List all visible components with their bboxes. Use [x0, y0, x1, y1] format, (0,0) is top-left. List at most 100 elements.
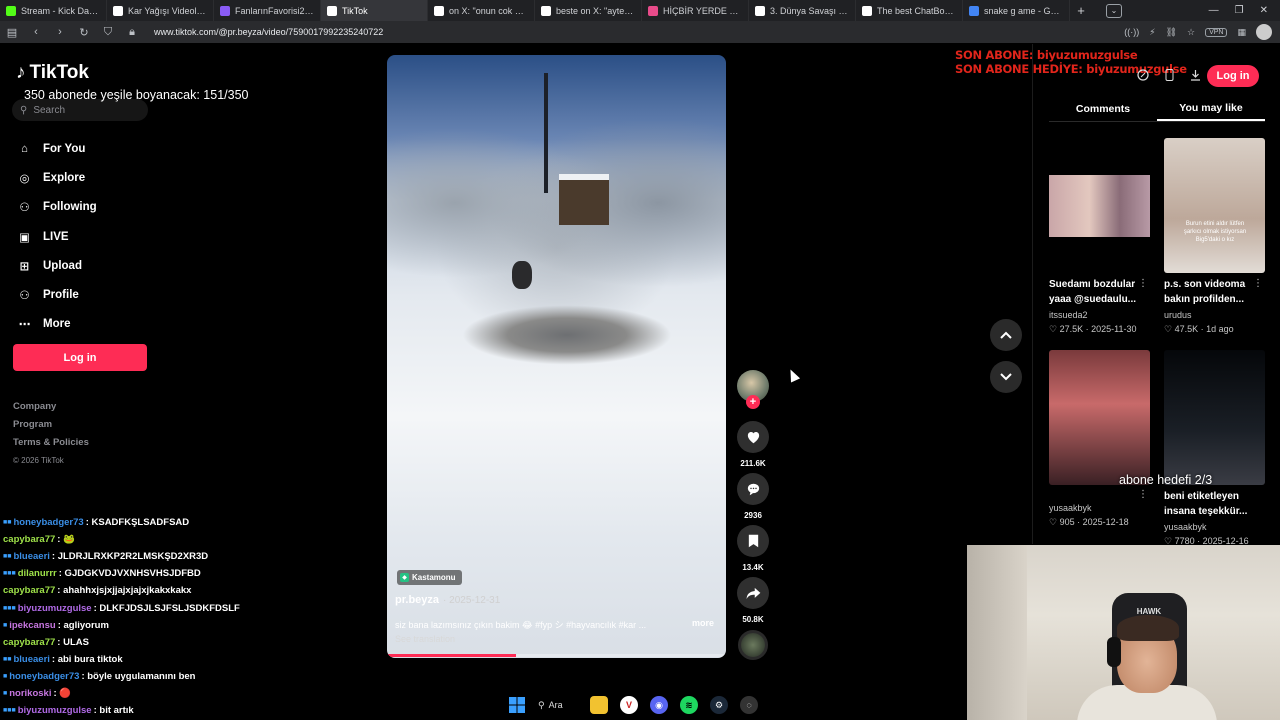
- close-icon[interactable]: ✕: [1260, 5, 1268, 16]
- windows-start-icon[interactable]: [508, 696, 526, 714]
- footer-link-company[interactable]: Company: [13, 398, 89, 416]
- browser-tab[interactable]: TikTok: [321, 0, 428, 21]
- restore-icon[interactable]: ❐: [1235, 5, 1244, 16]
- back-icon[interactable]: ‹: [24, 26, 48, 38]
- tab-search-icon[interactable]: ⌄: [1106, 3, 1122, 18]
- tab-you-may-like[interactable]: You may like: [1157, 96, 1265, 121]
- chat-username[interactable]: capybara77: [3, 637, 55, 648]
- like-action[interactable]: 211.6K: [736, 421, 770, 468]
- sidebar-item-more[interactable]: ⋯ More: [16, 310, 166, 339]
- share-icon[interactable]: [737, 577, 769, 609]
- chat-username[interactable]: ipekcansu: [9, 620, 55, 631]
- new-tab-button[interactable]: +: [1070, 3, 1092, 18]
- video-author-name[interactable]: pr.beyza: [395, 594, 439, 606]
- sidebar-item-upload[interactable]: ⊞ Upload: [16, 251, 166, 280]
- cast-icon[interactable]: ((·)): [1124, 27, 1139, 37]
- link-icon[interactable]: ⛓: [1166, 27, 1177, 38]
- coins-icon[interactable]: [1136, 68, 1150, 82]
- download-icon[interactable]: [1188, 68, 1202, 82]
- sidebar-item-for-you[interactable]: ⌂ For You: [16, 134, 166, 163]
- video-progress-bar[interactable]: [387, 654, 726, 657]
- video-author[interactable]: pr.beyza · 2025-12-31: [395, 594, 500, 606]
- comment-icon[interactable]: [737, 473, 769, 505]
- header-login-button[interactable]: Log in: [1207, 65, 1259, 87]
- browser-tab[interactable]: HİÇBİR YERDE DUYMAD: [642, 0, 749, 21]
- card-menu-icon[interactable]: ⋮: [1138, 489, 1148, 500]
- see-translation-link[interactable]: See translation: [395, 634, 455, 644]
- browser-tab[interactable]: beste on X: "ayten alpm: [535, 0, 642, 21]
- chat-username[interactable]: norikoski: [9, 688, 51, 699]
- browser-tab[interactable]: Stream - Kick Dashboard: [0, 0, 107, 21]
- card-username[interactable]: yusaakbyk: [1049, 503, 1150, 513]
- recommendation-card[interactable]: Burun etini aldır lütfen şarkıcı olmak i…: [1164, 138, 1265, 335]
- translate-icon[interactable]: ⚡: [1149, 27, 1155, 38]
- sidebar-login-button[interactable]: Log in: [13, 344, 147, 371]
- sidebar-toggle-icon[interactable]: ▤: [0, 26, 24, 39]
- card-menu-icon[interactable]: ⋮: [1253, 278, 1263, 289]
- shield-icon[interactable]: ⛉: [96, 26, 120, 39]
- minimize-icon[interactable]: —: [1209, 5, 1219, 16]
- browser-tab[interactable]: on X: "onun cok mana: [428, 0, 535, 21]
- chat-username[interactable]: honeybadger73: [13, 517, 83, 528]
- browser-tab[interactable]: FanlarınFavorisi2025: [214, 0, 321, 21]
- forward-icon[interactable]: ›: [48, 26, 72, 38]
- browser-profile-avatar[interactable]: [1256, 24, 1272, 40]
- recommendation-card[interactable]: beni etiketleyen insana teşekkür... yusa…: [1164, 350, 1265, 547]
- card-username[interactable]: yusaakbyk: [1164, 522, 1265, 532]
- follow-button[interactable]: +: [746, 395, 760, 409]
- tab-comments[interactable]: Comments: [1049, 96, 1157, 121]
- chat-username[interactable]: blueaeri: [13, 551, 49, 562]
- browser-tab[interactable]: snake g ame - Google'd: [963, 0, 1070, 21]
- save-action[interactable]: 13.4K: [736, 525, 770, 572]
- browser-tab[interactable]: Kar Yağışı Videoları ile E: [107, 0, 214, 21]
- card-thumbnail[interactable]: [1049, 138, 1150, 273]
- card-thumbnail[interactable]: [1164, 350, 1265, 485]
- card-thumbnail[interactable]: [1049, 350, 1150, 485]
- card-username[interactable]: urudus: [1164, 310, 1265, 320]
- recommendation-card[interactable]: ⋮ Suedamı bozdular yaaa @suedaulu... its…: [1049, 138, 1150, 335]
- chat-username[interactable]: biyuzumuzgulse: [18, 603, 92, 614]
- sidebar-item-explore[interactable]: ◎ Explore: [16, 163, 166, 192]
- chat-username[interactable]: capybara77: [3, 585, 55, 596]
- footer-link-program[interactable]: Program: [13, 416, 89, 434]
- reload-icon[interactable]: ↻: [72, 26, 96, 39]
- chat-username[interactable]: honeybadger73: [9, 671, 79, 682]
- device-icon[interactable]: [1162, 68, 1176, 82]
- extensions-icon[interactable]: ▦: [1237, 27, 1246, 38]
- bookmark-icon[interactable]: [737, 525, 769, 557]
- caption-more-button[interactable]: more: [692, 618, 714, 628]
- app-icon[interactable]: ◌: [740, 696, 758, 714]
- steam-icon[interactable]: ⚙: [710, 696, 728, 714]
- footer-link-terms[interactable]: Terms & Policies: [13, 434, 89, 452]
- card-username[interactable]: itssueda2: [1049, 310, 1150, 320]
- browser-tab[interactable]: The best ChatBot and W: [856, 0, 963, 21]
- vpn-button[interactable]: VPN: [1205, 27, 1228, 37]
- next-video-button[interactable]: [990, 361, 1022, 393]
- card-menu-icon[interactable]: ⋮: [1138, 278, 1148, 289]
- vivaldi-browser-icon[interactable]: V: [620, 696, 638, 714]
- sidebar-item-profile[interactable]: ⚇ Profile: [16, 280, 166, 309]
- heart-icon[interactable]: [737, 421, 769, 453]
- spotify-icon[interactable]: ≋: [680, 696, 698, 714]
- music-disc[interactable]: [738, 630, 768, 660]
- chat-username[interactable]: blueaeri: [13, 654, 49, 665]
- card-thumbnail[interactable]: Burun etini aldır lütfen şarkıcı olmak i…: [1164, 138, 1265, 273]
- sidebar-item-live[interactable]: ▣ LIVE: [16, 222, 166, 251]
- discord-icon[interactable]: ◉: [650, 696, 668, 714]
- sidebar-item-following[interactable]: ⚇ Following: [16, 193, 166, 222]
- bookmark-icon[interactable]: ☆: [1187, 27, 1195, 38]
- location-chip[interactable]: ◆ Kastamonu: [397, 570, 462, 585]
- video-player[interactable]: ◆ Kastamonu pr.beyza · 2025-12-31 siz ban…: [387, 55, 726, 658]
- comment-action[interactable]: 2936: [736, 473, 770, 520]
- lock-icon[interactable]: 🔒︎: [120, 26, 144, 39]
- recommendation-card[interactable]: ⋮ yusaakbyk ♡ 905 · 2025-12-18: [1049, 350, 1150, 528]
- share-action[interactable]: 50.8K: [736, 577, 770, 624]
- chat-username[interactable]: capybara77: [3, 534, 55, 545]
- taskbar-search[interactable]: ⚲ Ara: [538, 700, 578, 711]
- chat-username[interactable]: biyuzumuzgulse: [18, 705, 92, 716]
- url-field[interactable]: www.tiktok.com/@pr.beyza/video/759001799…: [154, 27, 383, 37]
- tiktok-logo[interactable]: ♪ TikTok: [16, 62, 89, 84]
- browser-tab[interactable]: 3. Dünya Savaşı on X: ": [749, 0, 856, 21]
- chat-username[interactable]: dilanurrr: [18, 568, 57, 579]
- previous-video-button[interactable]: [990, 319, 1022, 351]
